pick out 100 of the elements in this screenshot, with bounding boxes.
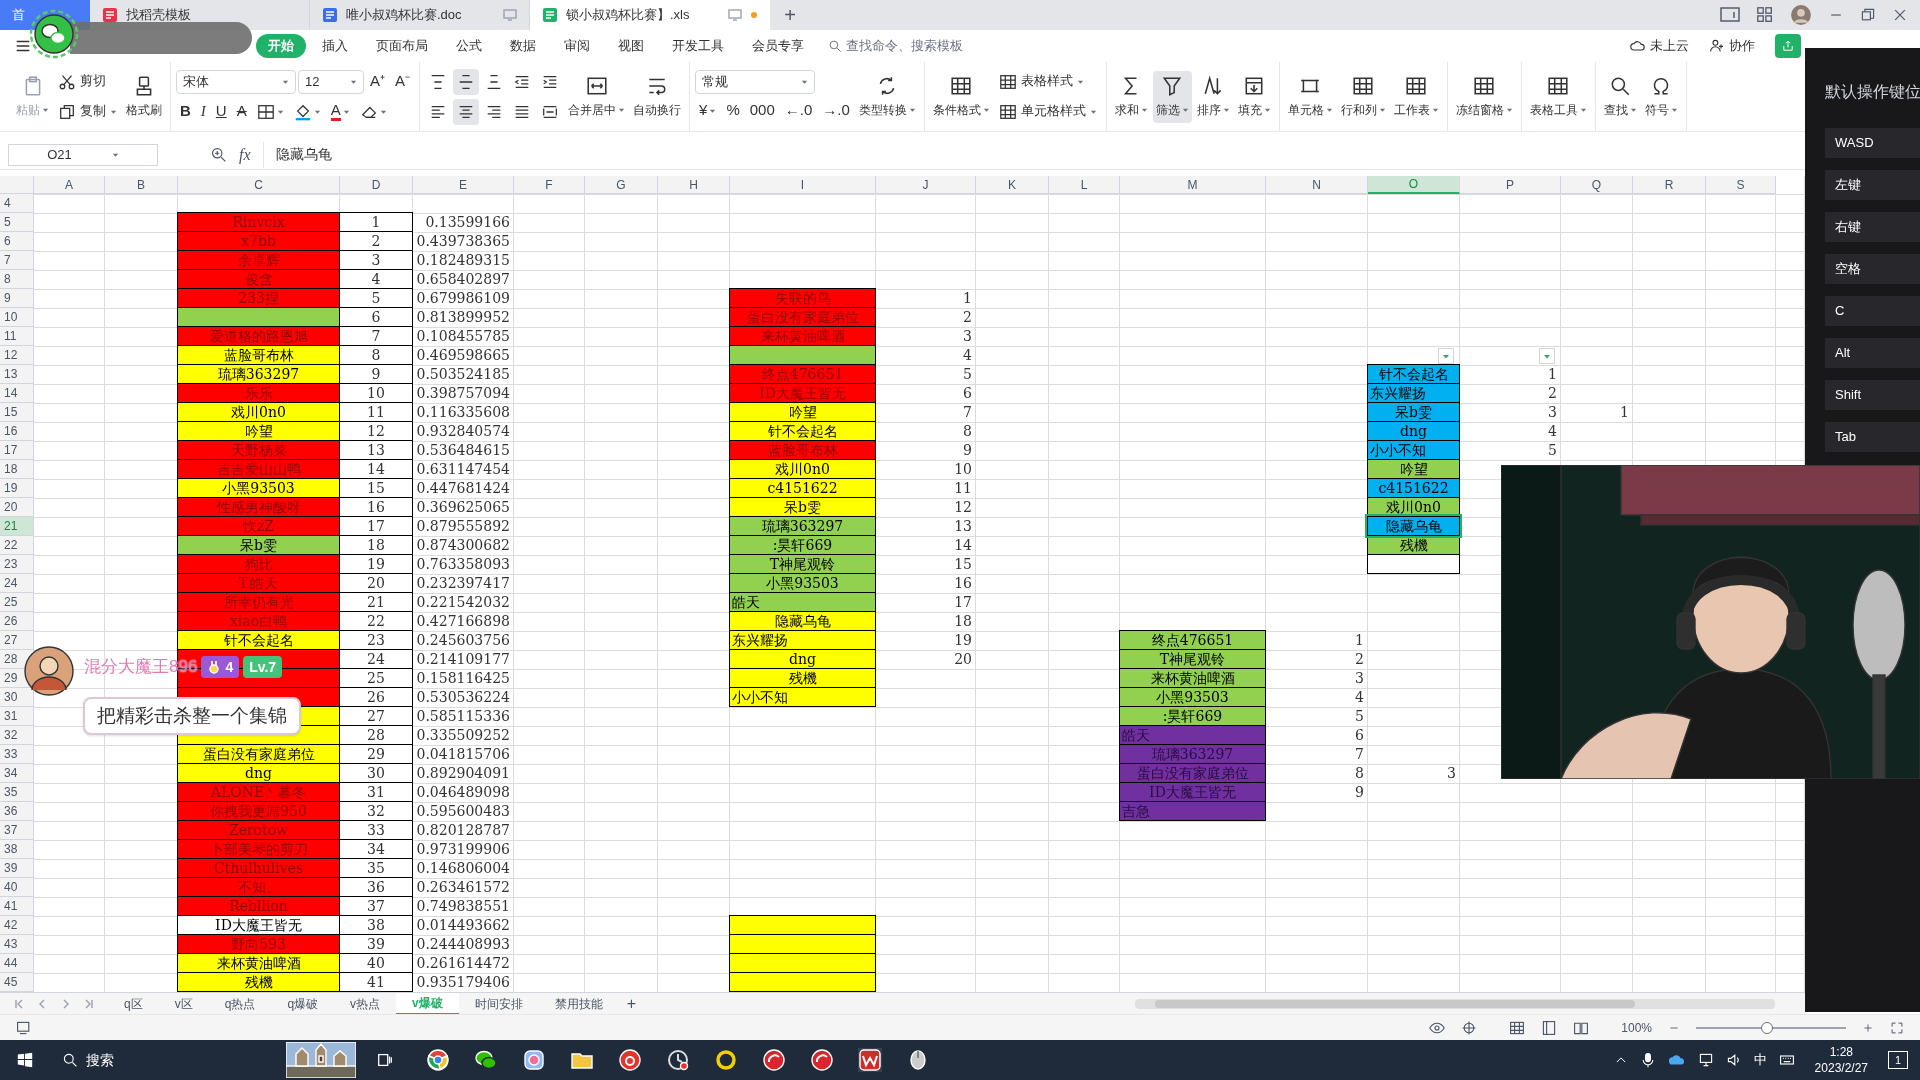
table-cell[interactable]: 20 xyxy=(339,573,413,593)
zoom-level[interactable]: 100% xyxy=(1621,1018,1652,1037)
table-cell[interactable]: 吟望 xyxy=(729,402,876,422)
menu-tab[interactable]: 会员专享 xyxy=(740,34,816,58)
row-header[interactable]: 12 xyxy=(0,346,34,365)
menu-tab[interactable]: 页面布局 xyxy=(364,34,440,58)
close-icon[interactable] xyxy=(1892,7,1908,23)
table-cell[interactable]: 蓝脸哥布林 xyxy=(177,345,340,365)
table-cell[interactable]: 吟望 xyxy=(177,421,340,441)
toolbar-button[interactable]: A xyxy=(326,98,354,125)
table-cell[interactable]: 18 xyxy=(339,535,413,555)
table-cell[interactable]: 东兴耀扬 xyxy=(729,630,876,650)
music-app-icon[interactable] xyxy=(618,1048,642,1072)
table-cell[interactable]: 37 xyxy=(339,896,413,916)
notification-button[interactable]: 1 xyxy=(1888,1051,1908,1069)
table-cell[interactable]: 9 xyxy=(1266,783,1368,802)
toolbar-button[interactable]: 查找 xyxy=(1600,70,1640,123)
sheet-tab[interactable]: v区 xyxy=(158,992,209,1015)
column-header[interactable]: C xyxy=(178,176,340,194)
table-cell[interactable]: 24 xyxy=(339,649,413,669)
toolbar-button[interactable] xyxy=(453,68,480,95)
row-header[interactable]: 43 xyxy=(0,935,34,954)
row-header[interactable]: 20 xyxy=(0,498,34,517)
table-cell[interactable]: 0.108455785 xyxy=(413,327,514,346)
avatar[interactable] xyxy=(1790,4,1812,26)
column-header[interactable]: Q xyxy=(1561,176,1633,194)
toolbar-button[interactable]: A⁻ xyxy=(391,68,415,95)
table-cell[interactable]: 20 xyxy=(876,650,976,669)
table-cell[interactable] xyxy=(729,915,876,935)
table-cell[interactable]: 针不会起名 xyxy=(1367,364,1460,384)
table-cell[interactable]: 呆b雯 xyxy=(729,497,876,517)
table-cell[interactable]: 琉璃363297 xyxy=(177,364,340,384)
table-cell[interactable]: 0.585115336 xyxy=(413,707,514,726)
restore-icon[interactable] xyxy=(1860,7,1876,23)
table-cell[interactable]: 0.874300682 xyxy=(413,536,514,555)
table-cell[interactable] xyxy=(729,345,876,365)
table-cell[interactable]: 9 xyxy=(876,441,976,460)
browser-icon[interactable] xyxy=(426,1048,450,1072)
toolbar-button[interactable]: 合并居中 xyxy=(565,70,629,123)
table-cell[interactable]: 0.014493662 xyxy=(413,916,514,935)
table-cell[interactable]: 4 xyxy=(1460,422,1561,441)
table-cell[interactable]: 5 xyxy=(876,365,976,384)
toolbar-button[interactable]: 自动换行 xyxy=(630,70,685,123)
table-cell[interactable] xyxy=(729,934,876,954)
table-cell[interactable]: 33 xyxy=(339,820,413,840)
sheet-tab[interactable]: q区 xyxy=(108,992,159,1015)
row-header[interactable]: 25 xyxy=(0,593,34,612)
table-cell[interactable]: 0.879555892 xyxy=(413,517,514,536)
toolbar-button[interactable]: B xyxy=(176,98,195,125)
app-icon[interactable] xyxy=(522,1048,546,1072)
sheet-tab[interactable]: q热点 xyxy=(208,992,272,1015)
table-cell[interactable]: 0.263461572 xyxy=(413,878,514,897)
toolbar-button[interactable]: 单元格 xyxy=(1284,70,1336,123)
toolbar-button[interactable]: A xyxy=(232,98,251,125)
menu-tab[interactable]: 数据 xyxy=(498,34,548,58)
menu-tab[interactable]: 视图 xyxy=(606,34,656,58)
column-header[interactable]: S xyxy=(1706,176,1776,194)
row-header[interactable]: 8 xyxy=(0,270,34,289)
input-method[interactable]: 中 xyxy=(1753,1050,1767,1070)
app-icon[interactable] xyxy=(810,1048,834,1072)
toolbar-button[interactable]: 填充 xyxy=(1234,70,1274,123)
table-cell[interactable]: 0.369625065 xyxy=(413,498,514,517)
row-header[interactable]: 13 xyxy=(0,365,34,384)
table-cell[interactable]: 0.469598665 xyxy=(413,346,514,365)
table-cell[interactable]: 7 xyxy=(339,326,413,346)
table-cell[interactable]: 1 xyxy=(339,212,413,232)
table-cell[interactable]: 26 xyxy=(339,687,413,707)
table-cell[interactable]: 0.427166898 xyxy=(413,612,514,631)
table-cell[interactable]: 19 xyxy=(339,554,413,574)
table-cell[interactable]: 1 xyxy=(876,289,976,308)
table-cell[interactable]: 残機 xyxy=(729,668,876,688)
toolbar-button[interactable]: A⁺ xyxy=(366,68,389,95)
row-header[interactable]: 7 xyxy=(0,251,34,270)
table-cell[interactable]: 0.503524185 xyxy=(413,365,514,384)
table-cell[interactable]: 22 xyxy=(339,611,413,631)
toolbar-button[interactable]: 工作表 xyxy=(1390,70,1442,123)
network-icon[interactable] xyxy=(1697,1052,1714,1068)
table-cell[interactable]: 小黑93503 xyxy=(1119,687,1266,707)
table-cell[interactable]: 28 xyxy=(339,725,413,745)
table-cell[interactable]: 0.158116425 xyxy=(413,669,514,688)
column-header[interactable]: J xyxy=(876,176,976,194)
table-cell[interactable] xyxy=(1367,554,1460,574)
table-cell[interactable]: 38 xyxy=(339,915,413,935)
toolbar-button[interactable]: 剪切 xyxy=(54,68,110,95)
table-cell[interactable]: 0.221542032 xyxy=(413,593,514,612)
table-cell[interactable]: 8 xyxy=(1266,764,1368,783)
column-header[interactable]: F xyxy=(514,176,585,194)
table-cell[interactable]: c4151622 xyxy=(729,478,876,498)
table-cell[interactable]: 2 xyxy=(1460,384,1561,403)
toolbar-button[interactable]: 符号 xyxy=(1641,70,1681,123)
table-cell[interactable]: 残機 xyxy=(177,972,340,992)
ring-app-icon[interactable] xyxy=(714,1048,738,1072)
table-cell[interactable]: 36 xyxy=(339,877,413,897)
table-cell[interactable] xyxy=(177,307,340,327)
row-header[interactable]: 27 xyxy=(0,631,34,650)
column-header[interactable]: H xyxy=(658,176,730,194)
table-cell[interactable]: 7 xyxy=(876,403,976,422)
table-cell[interactable]: 10 xyxy=(339,383,413,403)
table-cell[interactable]: 0.749838551 xyxy=(413,897,514,916)
table-cell[interactable]: 25 xyxy=(339,668,413,688)
